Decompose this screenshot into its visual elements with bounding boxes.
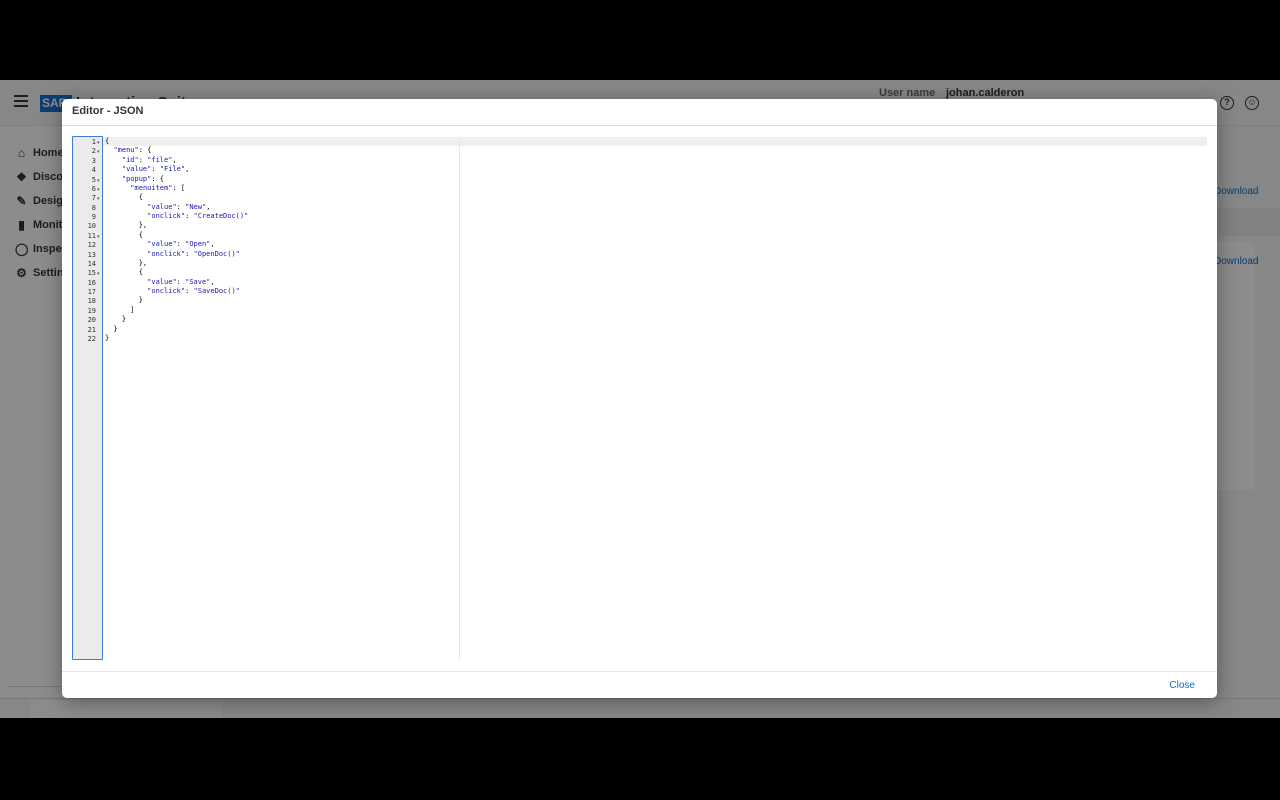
fold-toggle-icon[interactable]: ▾ bbox=[97, 178, 100, 184]
code-line: { bbox=[105, 268, 143, 277]
line-number: 3 bbox=[91, 156, 96, 165]
code-line: "menu": { bbox=[113, 146, 152, 155]
line-number: 10 bbox=[87, 222, 96, 231]
code-content[interactable]: { "menu": { "id": "file", "value": "File… bbox=[105, 137, 248, 343]
line-number: 5 bbox=[91, 175, 96, 184]
fold-toggle-icon[interactable]: ▾ bbox=[97, 140, 100, 146]
code-line: "popup": { bbox=[121, 174, 165, 183]
code-line: { bbox=[105, 137, 110, 145]
line-number: 6 bbox=[91, 184, 96, 193]
print-margin bbox=[459, 136, 460, 660]
fold-toggle-icon[interactable]: ▾ bbox=[97, 187, 100, 193]
code-editor[interactable]: 1 2 3 4 5 6 7 8 9 10 11 12 13 14 15 16 17 18 19 20 21 22 ▾ ▾ ▾ ▾… bbox=[72, 136, 1207, 660]
dialog-title: Editor - JSON bbox=[72, 105, 144, 117]
line-number: 4 bbox=[91, 166, 96, 175]
line-number: 21 bbox=[87, 325, 96, 334]
line-number: 18 bbox=[87, 297, 96, 306]
code-line: } bbox=[105, 324, 118, 333]
fold-toggle-icon[interactable]: ▾ bbox=[97, 234, 100, 240]
line-number: 7 bbox=[91, 194, 96, 203]
code-line: "menuitem": [ bbox=[130, 183, 186, 192]
code-line: }, bbox=[105, 221, 148, 230]
code-line: } bbox=[105, 315, 127, 324]
dialog-footer: Close bbox=[62, 671, 1217, 698]
line-number: 8 bbox=[91, 203, 96, 212]
line-number: 13 bbox=[87, 250, 96, 259]
line-number: 19 bbox=[87, 306, 96, 315]
line-number: 17 bbox=[87, 288, 96, 296]
dialog-header: Editor - JSON bbox=[62, 99, 1217, 126]
close-button[interactable]: Close bbox=[1169, 680, 1195, 691]
fold-toggle-icon[interactable]: ▾ bbox=[97, 196, 100, 202]
code-line: ] bbox=[105, 305, 135, 314]
line-number: 22 bbox=[87, 334, 96, 343]
editor-gutter: 1 2 3 4 5 6 7 8 9 10 11 12 13 14 15 16 17 18 19 20 21 22 ▾ ▾ ▾ ▾… bbox=[72, 136, 103, 660]
code-line: }, bbox=[105, 258, 148, 267]
line-number: 1 bbox=[91, 138, 96, 146]
code-line: "value": "File", bbox=[121, 165, 190, 174]
code-line: { bbox=[105, 230, 143, 239]
code-line: "id": "file", bbox=[121, 155, 177, 164]
code-line: { bbox=[105, 193, 143, 202]
line-numbers: 1 2 3 4 5 6 7 8 9 10 11 12 13 14 15 16 17 18 19 20 21 22 bbox=[73, 138, 96, 344]
code-line: "onclick": "SaveDoc()" bbox=[147, 287, 240, 295]
code-line: } bbox=[105, 333, 110, 342]
line-number: 12 bbox=[87, 241, 96, 250]
line-number: 16 bbox=[87, 278, 96, 287]
line-number: 9 bbox=[91, 213, 96, 221]
code-line: "onclick": "CreateDoc()" bbox=[147, 212, 249, 220]
json-editor-dialog: Editor - JSON 1 2 3 4 5 6 7 8 9 10 11 12 13 14 15 16 17 1… bbox=[62, 99, 1217, 698]
code-line: "value": "Save", bbox=[147, 277, 215, 286]
code-line: } bbox=[105, 296, 143, 305]
code-line: "value": "Open", bbox=[147, 240, 215, 249]
line-number: 15 bbox=[87, 269, 96, 278]
line-number: 2 bbox=[91, 147, 96, 156]
code-line: "value": "New", bbox=[147, 202, 211, 211]
code-line: "onclick": "OpenDoc()" bbox=[147, 249, 240, 258]
line-number: 11 bbox=[87, 231, 96, 240]
line-number: 14 bbox=[87, 259, 96, 268]
active-line-highlight bbox=[103, 137, 1207, 146]
fold-toggle-icon[interactable]: ▾ bbox=[97, 149, 100, 155]
line-number: 20 bbox=[87, 316, 96, 325]
fold-toggle-icon[interactable]: ▾ bbox=[97, 271, 100, 277]
